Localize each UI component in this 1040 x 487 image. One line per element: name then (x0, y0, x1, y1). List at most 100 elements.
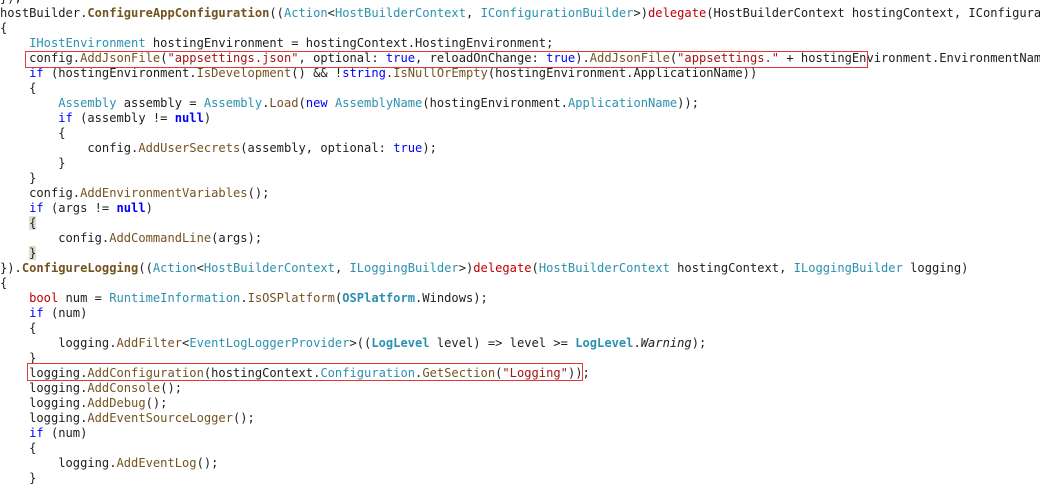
code-line[interactable]: if (hostingEnvironment.IsDevelopment() &… (0, 66, 1040, 81)
code-token: Assembly (58, 96, 117, 110)
code-token: } (0, 351, 37, 365)
code-token: config. (0, 51, 81, 65)
code-token: ConfigureLogging (21, 261, 139, 275)
code-token: (); (233, 411, 255, 425)
code-token: "appsettings." (677, 51, 780, 65)
code-line[interactable]: logging.AddEventLog(); (0, 456, 1040, 471)
code-line[interactable]: logging.AddFilter<EventLogLoggerProvider… (0, 336, 1040, 351)
code-token: IsDevelopment (196, 66, 292, 80)
code-token: HostBuilderContext (203, 261, 335, 275)
code-lines: }); hostBuilder.ConfigureAppConfiguration… (0, 0, 1040, 486)
code-line[interactable]: { (0, 21, 1040, 36)
code-token: hostBuilder. (0, 6, 88, 20)
code-line[interactable]: { (0, 81, 1040, 96)
code-token: (args != (43, 201, 117, 215)
code-token: logging. (0, 396, 88, 410)
code-token: (); (196, 456, 219, 470)
code-line[interactable]: config.AddCommandLine(args); (0, 231, 1040, 246)
code-token: . (633, 336, 641, 350)
code-line[interactable]: { (0, 276, 1040, 291)
code-token: new (305, 96, 328, 110)
code-token: < (327, 6, 335, 20)
code-line[interactable]: if (assembly != null) (0, 111, 1040, 126)
code-token: (HostBuilderContext hostingContext, ICon… (706, 6, 1040, 20)
code-token: < (196, 261, 204, 275)
code-token: ILoggingBuilder (793, 261, 903, 275)
code-token: if (29, 201, 44, 215)
code-line[interactable]: } (0, 246, 1040, 261)
code-token: AddUserSecrets (138, 141, 241, 155)
code-line[interactable]: }).ConfigureLogging((Action<HostBuilderC… (0, 261, 1040, 276)
code-token: (hostingEnvironment.ApplicationName)) (487, 66, 758, 80)
code-token: (hostingEnvironment. (422, 96, 568, 110)
code-token: ApplicationName (567, 96, 678, 110)
code-line[interactable]: bool num = RuntimeInformation.IsOSPlatfo… (0, 291, 1040, 306)
code-token: )); (677, 96, 699, 110)
code-line[interactable]: logging.AddConfiguration(hostingContext.… (0, 366, 1040, 381)
code-token: { (0, 441, 37, 455)
code-token: AddEnvironmentVariables (80, 186, 248, 200)
code-line[interactable]: if (args != null) (0, 201, 1040, 216)
code-token: logging. (0, 336, 117, 350)
code-line[interactable]: Assembly assembly = Assembly.Load(new As… (0, 96, 1040, 111)
code-line[interactable]: { (0, 126, 1040, 141)
code-token: IConfigurationBuilder (480, 6, 634, 20)
code-token: , reloadOnChange: (415, 51, 547, 65)
code-line[interactable]: } (0, 471, 1040, 486)
code-token: logging. (0, 456, 117, 470)
code-line[interactable]: logging.AddConsole(); (0, 381, 1040, 396)
code-line[interactable]: config.AddUserSecrets(assembly, optional… (0, 141, 1040, 156)
code-line[interactable]: } (0, 351, 1040, 366)
code-line[interactable]: logging.AddDebug(); (0, 396, 1040, 411)
code-line[interactable]: { (0, 321, 1040, 336)
code-token: , (334, 261, 350, 275)
code-token: + hostingEnvironment.EnvironmentName + (786, 51, 1040, 65)
code-token: IsOSPlatform (247, 291, 335, 305)
code-token: AddCommandLine (109, 231, 212, 245)
code-editor[interactable]: }); hostBuilder.ConfigureAppConfiguration… (0, 0, 1040, 487)
code-line[interactable]: { (0, 216, 1040, 231)
code-token: (( (269, 6, 284, 20)
code-token: AddConsole (87, 381, 161, 395)
code-token: config. (0, 186, 81, 200)
code-token: delegate (648, 6, 707, 20)
code-token: ); (422, 141, 437, 155)
code-token: true (393, 141, 423, 155)
code-line[interactable]: IHostEnvironment hostingEnvironment = ho… (0, 36, 1040, 51)
code-line[interactable]: { (0, 441, 1040, 456)
code-token: AddJsonFile (80, 51, 161, 65)
code-token: >) (458, 261, 474, 275)
code-token: AddEventSourceLogger (87, 411, 233, 425)
code-token: string (342, 66, 386, 80)
code-line[interactable]: if (num) (0, 426, 1040, 441)
code-line[interactable]: } (0, 171, 1040, 186)
code-line[interactable]: hostBuilder.ConfigureAppConfiguration((A… (0, 6, 1040, 21)
code-token: AddEventLog (116, 456, 197, 470)
code-token: (args); (211, 231, 263, 245)
code-token: (assembly != (72, 111, 175, 125)
code-line[interactable]: if (num) (0, 306, 1040, 321)
code-line[interactable]: } (0, 156, 1040, 171)
code-token: null (174, 111, 204, 125)
code-token: ConfigureAppConfiguration (87, 6, 270, 20)
code-token: HostBuilderContext (334, 6, 466, 20)
code-token: bool (29, 291, 59, 305)
code-token: (assembly, optional: (240, 141, 394, 155)
code-token: RuntimeInformation (109, 291, 241, 305)
code-token: >) (633, 6, 649, 20)
code-token: Warning (640, 336, 692, 350)
code-token: } (0, 471, 37, 485)
code-line[interactable]: logging.AddEventSourceLogger(); (0, 411, 1040, 426)
code-token: true (546, 51, 576, 65)
code-token: level) => level >= (429, 336, 576, 350)
code-token: if (29, 426, 44, 440)
code-line[interactable]: config.AddEnvironmentVariables(); (0, 186, 1040, 201)
code-token: ( (298, 96, 306, 110)
code-line[interactable]: config.AddJsonFile("appsettings.json", o… (0, 51, 1040, 66)
